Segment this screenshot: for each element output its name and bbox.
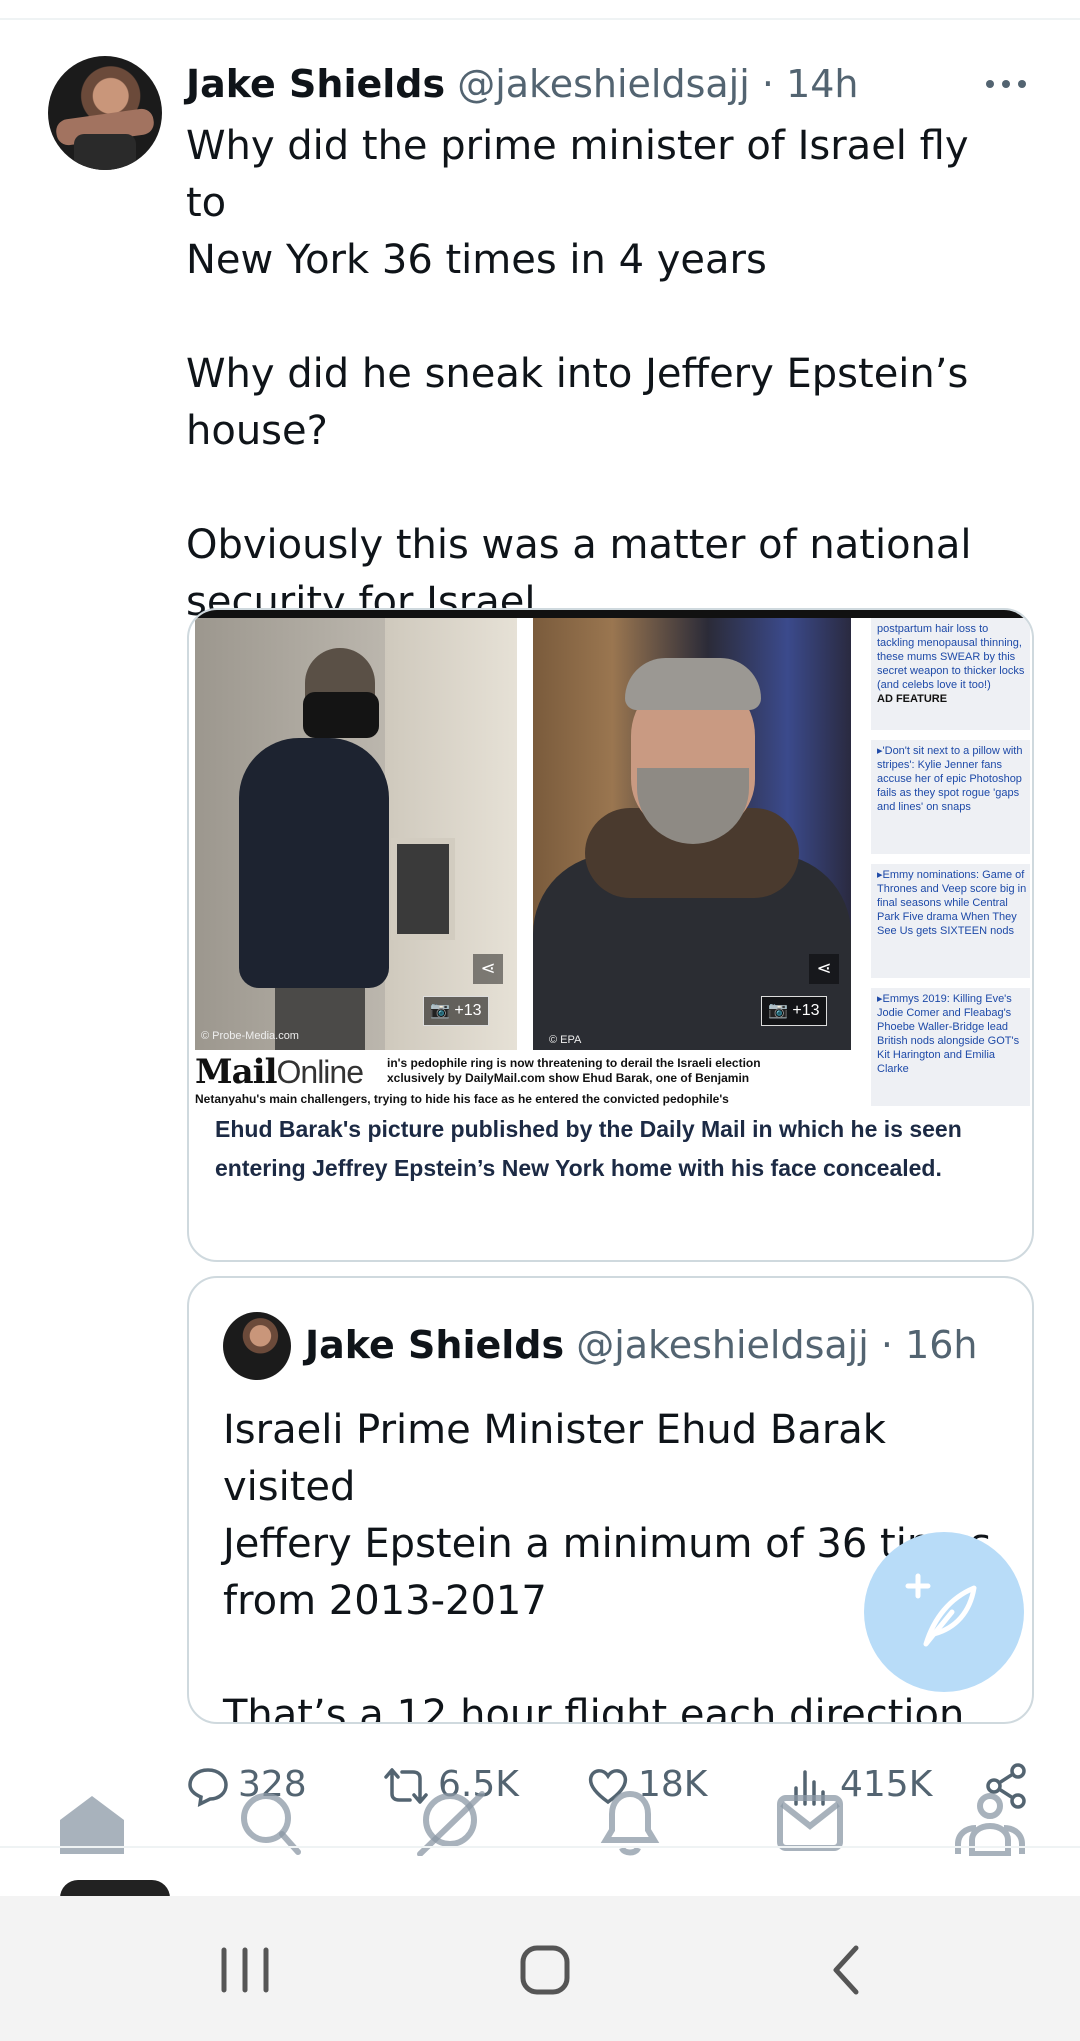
- quoted-tweet-time: 16h: [905, 1323, 978, 1367]
- sidebar-story: ▸Emmy nominations: Game of Thrones and V…: [877, 869, 1027, 937]
- tweet-media-image[interactable]: © Probe-Media.com 📷 +13 ⋖ © EPA 📷 +13 ⋖ …: [187, 608, 1034, 1262]
- photo-masked-man: © Probe-Media.com 📷 +13 ⋖: [195, 618, 517, 1050]
- photo-count-badge: 📷 +13: [761, 996, 827, 1026]
- tweet-line: Why did he sneak into Jeffery Epstein’s: [186, 351, 969, 397]
- home-system-icon[interactable]: [510, 1940, 580, 2000]
- ad-feature-label: AD FEATURE: [877, 693, 948, 705]
- more-options-icon[interactable]: [982, 62, 1030, 102]
- photo-ehud-barak: © EPA 📷 +13 ⋖: [533, 618, 851, 1050]
- top-divider: [0, 18, 1080, 20]
- tweet-line: New York 36 times in 4 years: [186, 237, 767, 283]
- bottom-navigation: [0, 1790, 1080, 1860]
- separator-dot: ·: [761, 62, 774, 106]
- sidebar-story: ▸'Don't sit next to a pillow with stripe…: [877, 745, 1023, 813]
- dailymail-sidebar: postpartum hair loss to tackling menopau…: [871, 618, 1030, 1106]
- nav-divider: [0, 1846, 1080, 1848]
- quoted-tweet-header: Jake Shields @jakeshieldsajj · 16h: [305, 1318, 978, 1372]
- tweet-text: Why did the prime minister of Israel fly…: [186, 118, 1016, 631]
- author-handle[interactable]: @jakeshieldsajj: [457, 62, 750, 106]
- image-caption: Ehud Barak's picture published by the Da…: [215, 1116, 962, 1181]
- quoted-line: Israeli Prime Minister Ehud Barak visite…: [223, 1407, 886, 1510]
- share-icon: ⋖: [809, 954, 839, 984]
- quoted-author-handle: @jakeshieldsajj: [576, 1323, 869, 1367]
- sidebar-story: postpartum hair loss to tackling menopau…: [877, 623, 1025, 691]
- tweet-header: Jake Shields @jakeshieldsajj · 14h: [186, 56, 859, 112]
- tweet-line: house?: [186, 408, 328, 454]
- mailonline-logo: MailOnline: [195, 1052, 364, 1092]
- system-navigation-bar: [0, 1896, 1080, 2041]
- share-icon: ⋖: [473, 954, 503, 984]
- separator-dot: ·: [880, 1323, 893, 1367]
- article-headline: Netanyahu's main challengers, trying to …: [195, 1092, 729, 1106]
- quoted-author-avatar: [223, 1312, 291, 1380]
- photo-count-badge: 📷 +13: [423, 996, 489, 1026]
- article-headline: in's pedophile ring is now threatening t…: [387, 1056, 761, 1085]
- quoted-line: That’s a 12 hour flight each direction .…: [223, 1692, 965, 1724]
- quoted-author-name: Jake Shields: [305, 1323, 565, 1367]
- tweet-line: Obviously this was a matter of national: [186, 522, 972, 568]
- back-icon[interactable]: [812, 1940, 882, 2000]
- photo-credit: © EPA: [549, 1034, 582, 1046]
- tweet-time[interactable]: 14h: [786, 62, 858, 106]
- compose-button[interactable]: [864, 1532, 1024, 1692]
- author-avatar[interactable]: [48, 56, 162, 170]
- recent-apps-icon[interactable]: [210, 1940, 280, 2000]
- photo-credit: © Probe-Media.com: [201, 1030, 299, 1042]
- tweet-line: Why did the prime minister of Israel fly…: [186, 123, 969, 226]
- compose-feather-icon: [905, 1573, 977, 1647]
- author-name[interactable]: Jake Shields: [186, 62, 445, 106]
- sidebar-story: ▸Emmys 2019: Killing Eve's Jodie Comer a…: [877, 993, 1020, 1075]
